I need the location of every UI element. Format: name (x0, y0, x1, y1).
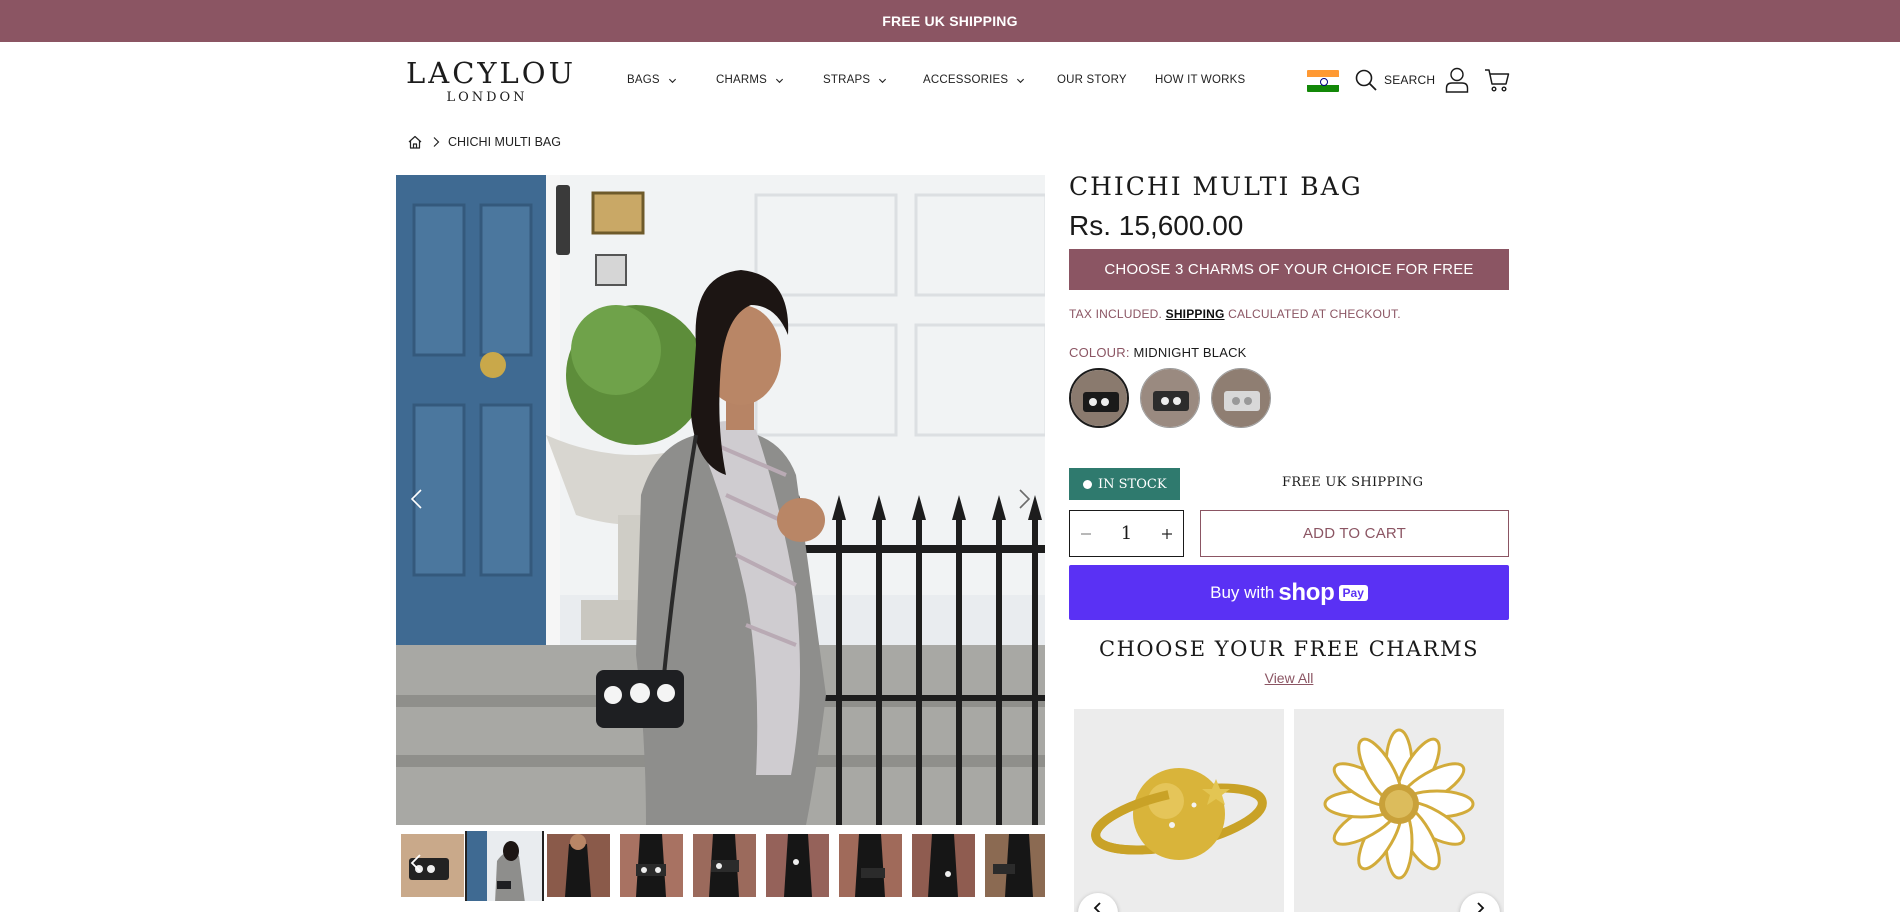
stock-badge: IN STOCK (1069, 468, 1180, 500)
chevron-down-icon (776, 78, 784, 83)
nav-label: CHARMS (716, 74, 768, 86)
product-price: Rs. 15,600.00 (1069, 210, 1244, 241)
site-logo[interactable]: LACYLOU LONDON (406, 56, 577, 106)
stock-label: IN STOCK (1098, 476, 1167, 492)
tax-note: TAX INCLUDED. SHIPPING CALCULATED AT CHE… (1069, 307, 1401, 321)
product-title: CHICHI MULTI BAG (1069, 172, 1363, 201)
colour-swatch-midnight-black[interactable] (1069, 368, 1129, 428)
tax-prefix: TAX INCLUDED. (1069, 307, 1163, 321)
announcement-bar: FREE UK SHIPPING (0, 0, 1900, 42)
add-to-cart-button[interactable]: ADD TO CART (1200, 510, 1509, 557)
minus-icon (1081, 532, 1091, 535)
quantity-input[interactable]: 1 (1102, 523, 1151, 544)
shop-pay-button[interactable]: Buy with shop Pay (1069, 565, 1509, 620)
account-icon[interactable] (1445, 67, 1469, 93)
thumbnail-2[interactable] (465, 831, 544, 901)
tax-suffix: CALCULATED AT CHECKOUT. (1228, 307, 1401, 321)
thumbnail-3[interactable] (547, 834, 610, 897)
country-flag-selector[interactable] (1307, 70, 1339, 92)
shipping-link[interactable]: SHIPPING (1166, 307, 1225, 321)
thumbnail-7[interactable] (839, 834, 902, 897)
thumbnail-4[interactable] (620, 834, 683, 897)
colour-value: MIDNIGHT BLACK (1133, 345, 1247, 360)
view-all-link[interactable]: View All (1265, 670, 1314, 686)
search-label: SEARCH (1384, 73, 1436, 87)
quantity-increase-button[interactable] (1151, 511, 1183, 556)
chevron-left-icon[interactable] (406, 487, 430, 511)
chevron-right-icon (1477, 902, 1485, 912)
site-header: LACYLOU LONDON BAGS CHARMS STRAPS ACCESS… (0, 42, 1900, 122)
colour-label: COLOUR: (1069, 345, 1130, 360)
planet-charm-image (1074, 709, 1284, 912)
quantity-stepper: 1 (1069, 510, 1184, 557)
nav-item-our-story[interactable]: OUR STORY (1057, 74, 1127, 86)
nav-item-bags[interactable]: BAGS (627, 74, 677, 86)
colour-selection: COLOUR: MIDNIGHT BLACK (1069, 345, 1247, 360)
chevron-down-icon (668, 78, 676, 83)
nav-item-how-it-works[interactable]: HOW IT WORKS (1155, 74, 1245, 86)
search-icon (1355, 69, 1377, 91)
quantity-decrease-button[interactable] (1070, 511, 1102, 556)
breadcrumb-current: CHICHI MULTI BAG (448, 135, 561, 149)
thumbnail-strip (401, 831, 1045, 901)
shop-pay-logo-pay: Pay (1338, 584, 1368, 601)
colour-swatch-3[interactable] (1211, 368, 1271, 428)
thumbnail-5[interactable] (693, 834, 756, 897)
nav-label: OUR STORY (1057, 74, 1127, 86)
nav-label: STRAPS (823, 74, 871, 86)
nav-label: BAGS (627, 74, 660, 86)
breadcrumb: CHICHI MULTI BAG (407, 134, 561, 150)
thumbnail-6[interactable] (766, 834, 829, 897)
charms-section-title: CHOOSE YOUR FREE CHARMS (1099, 637, 1479, 661)
colour-swatch-2[interactable] (1140, 368, 1200, 428)
product-photo (396, 175, 1045, 825)
shipping-note: FREE UK SHIPPING (1282, 475, 1424, 490)
thumbnail-prev-icon[interactable] (409, 853, 425, 873)
chevron-down-icon (1017, 78, 1025, 83)
nav-item-straps[interactable]: STRAPS (823, 74, 887, 86)
product-main-image[interactable] (396, 175, 1045, 825)
search-button[interactable]: SEARCH (1354, 68, 1435, 92)
nav-label: ACCESSORIES (923, 74, 1009, 86)
thumbnail-9[interactable] (985, 834, 1045, 897)
chevron-left-icon (1093, 902, 1101, 912)
chevron-down-icon (879, 78, 887, 83)
nav-label: HOW IT WORKS (1155, 74, 1246, 86)
logo-wordmark: LACYLOU (406, 56, 577, 90)
charm-card-daisy[interactable] (1294, 709, 1504, 912)
daisy-charm-image (1294, 709, 1504, 912)
cart-icon[interactable] (1484, 67, 1510, 93)
view-all-charms: View All (1069, 670, 1509, 686)
chevron-right-icon[interactable] (1011, 487, 1035, 511)
thumbnail-8[interactable] (912, 834, 975, 897)
charm-card-planet[interactable] (1074, 709, 1284, 912)
stock-dot-icon (1083, 479, 1092, 489)
shop-pay-logo-shop: shop (1278, 578, 1335, 606)
logo-subtitle: LONDON (446, 90, 528, 105)
nav-item-accessories[interactable]: ACCESSORIES (923, 74, 1025, 86)
free-charms-promo-banner: CHOOSE 3 CHARMS OF YOUR CHOICE FOR FREE (1069, 249, 1509, 290)
plus-icon (1162, 528, 1172, 539)
shop-pay-label: Buy with (1210, 582, 1275, 602)
nav-item-charms[interactable]: CHARMS (716, 74, 784, 86)
home-icon[interactable] (407, 134, 423, 150)
chevron-right-icon (433, 137, 440, 147)
